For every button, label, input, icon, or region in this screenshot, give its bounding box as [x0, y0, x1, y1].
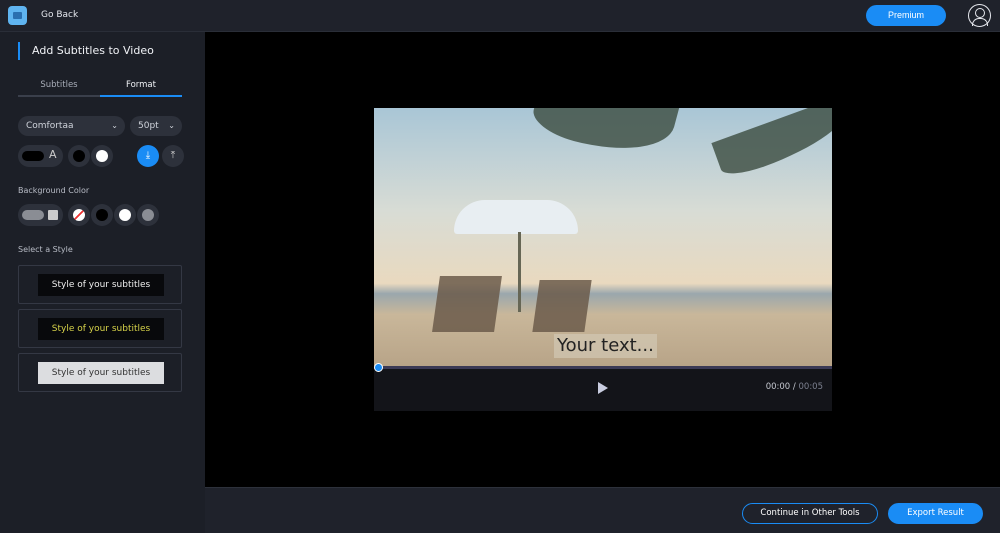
seek-bar[interactable] [374, 363, 832, 372]
font-select[interactable]: Comfortaa ⌄ [18, 116, 125, 136]
time-separator: / [790, 382, 799, 392]
color-swatch [119, 209, 131, 221]
chevron-down-icon: ⌄ [168, 121, 175, 130]
no-color-icon [73, 209, 85, 221]
color-swatch [96, 209, 108, 221]
size-select[interactable]: 50pt ⌄ [130, 116, 182, 136]
app-logo-icon [8, 6, 27, 25]
go-back-link[interactable]: Go Back [41, 10, 78, 20]
user-account-icon[interactable] [968, 4, 991, 27]
bg-letter-icon [48, 210, 58, 220]
style-option-2[interactable]: Style of your subtitles [18, 309, 182, 348]
chevron-down-icon: ⌄ [111, 121, 118, 130]
style-preview: Style of your subtitles [38, 362, 164, 384]
palm-leaves [528, 108, 680, 166]
style-option-3[interactable]: Style of your subtitles [18, 353, 182, 392]
select-style-label: Select a Style [18, 245, 73, 254]
text-color-toggle[interactable]: A [18, 145, 63, 167]
continue-other-tools-button[interactable]: Continue in Other Tools [742, 503, 878, 524]
play-icon[interactable] [598, 382, 608, 394]
player-controls: 00:00 / 00:05 [374, 363, 832, 411]
size-value: 50pt [138, 121, 159, 131]
font-value: Comfortaa [26, 121, 74, 131]
export-result-button[interactable]: Export Result [888, 503, 983, 524]
subtitle-caption[interactable]: Your text... [554, 334, 657, 358]
tab-format[interactable]: Format [100, 78, 182, 97]
bg-color-swatch [22, 210, 44, 220]
background-color-label: Background Color [18, 186, 90, 195]
current-time: 00:00 [765, 382, 791, 392]
text-letter-icon: A [49, 148, 57, 161]
duration: 00:05 [798, 382, 824, 392]
color-swatch [96, 150, 108, 162]
style-option-1[interactable]: Style of your subtitles [18, 265, 182, 304]
text-color-swatch [22, 151, 44, 161]
align-top-icon[interactable]: ⤒ [162, 145, 184, 167]
beach-umbrella [454, 200, 578, 234]
palm-leaves [711, 108, 832, 181]
sidebar: Add Subtitles to Video Subtitles Format … [0, 32, 205, 533]
align-bottom-icon[interactable]: ⤓ [137, 145, 159, 167]
seek-handle[interactable] [374, 363, 383, 372]
bg-color-white[interactable] [114, 204, 136, 226]
beach-chair [532, 280, 592, 332]
preview-stage: Your text... 00:00 / 00:05 [205, 32, 1000, 487]
color-swatch [73, 150, 85, 162]
text-color-black[interactable] [68, 145, 90, 167]
color-swatch [142, 209, 154, 221]
text-color-white[interactable] [91, 145, 113, 167]
top-bar: Go Back Premium [0, 0, 1000, 32]
style-preview: Style of your subtitles [38, 318, 164, 340]
footer-bar: Continue in Other Tools Export Result [205, 487, 1000, 533]
video-frame: Your text... [374, 108, 832, 366]
style-preview: Style of your subtitles [38, 274, 164, 296]
umbrella-pole [518, 232, 521, 312]
bg-color-black[interactable] [91, 204, 113, 226]
tab-subtitles[interactable]: Subtitles [18, 78, 100, 95]
tab-bar: Subtitles Format [18, 78, 182, 97]
panel-title: Add Subtitles to Video [18, 42, 154, 60]
bg-color-none[interactable] [68, 204, 90, 226]
time-display: 00:00 / 00:05 [766, 382, 823, 392]
beach-chair [432, 276, 502, 332]
premium-button[interactable]: Premium [866, 5, 946, 26]
bg-color-gray[interactable] [137, 204, 159, 226]
background-color-toggle[interactable] [18, 204, 63, 226]
